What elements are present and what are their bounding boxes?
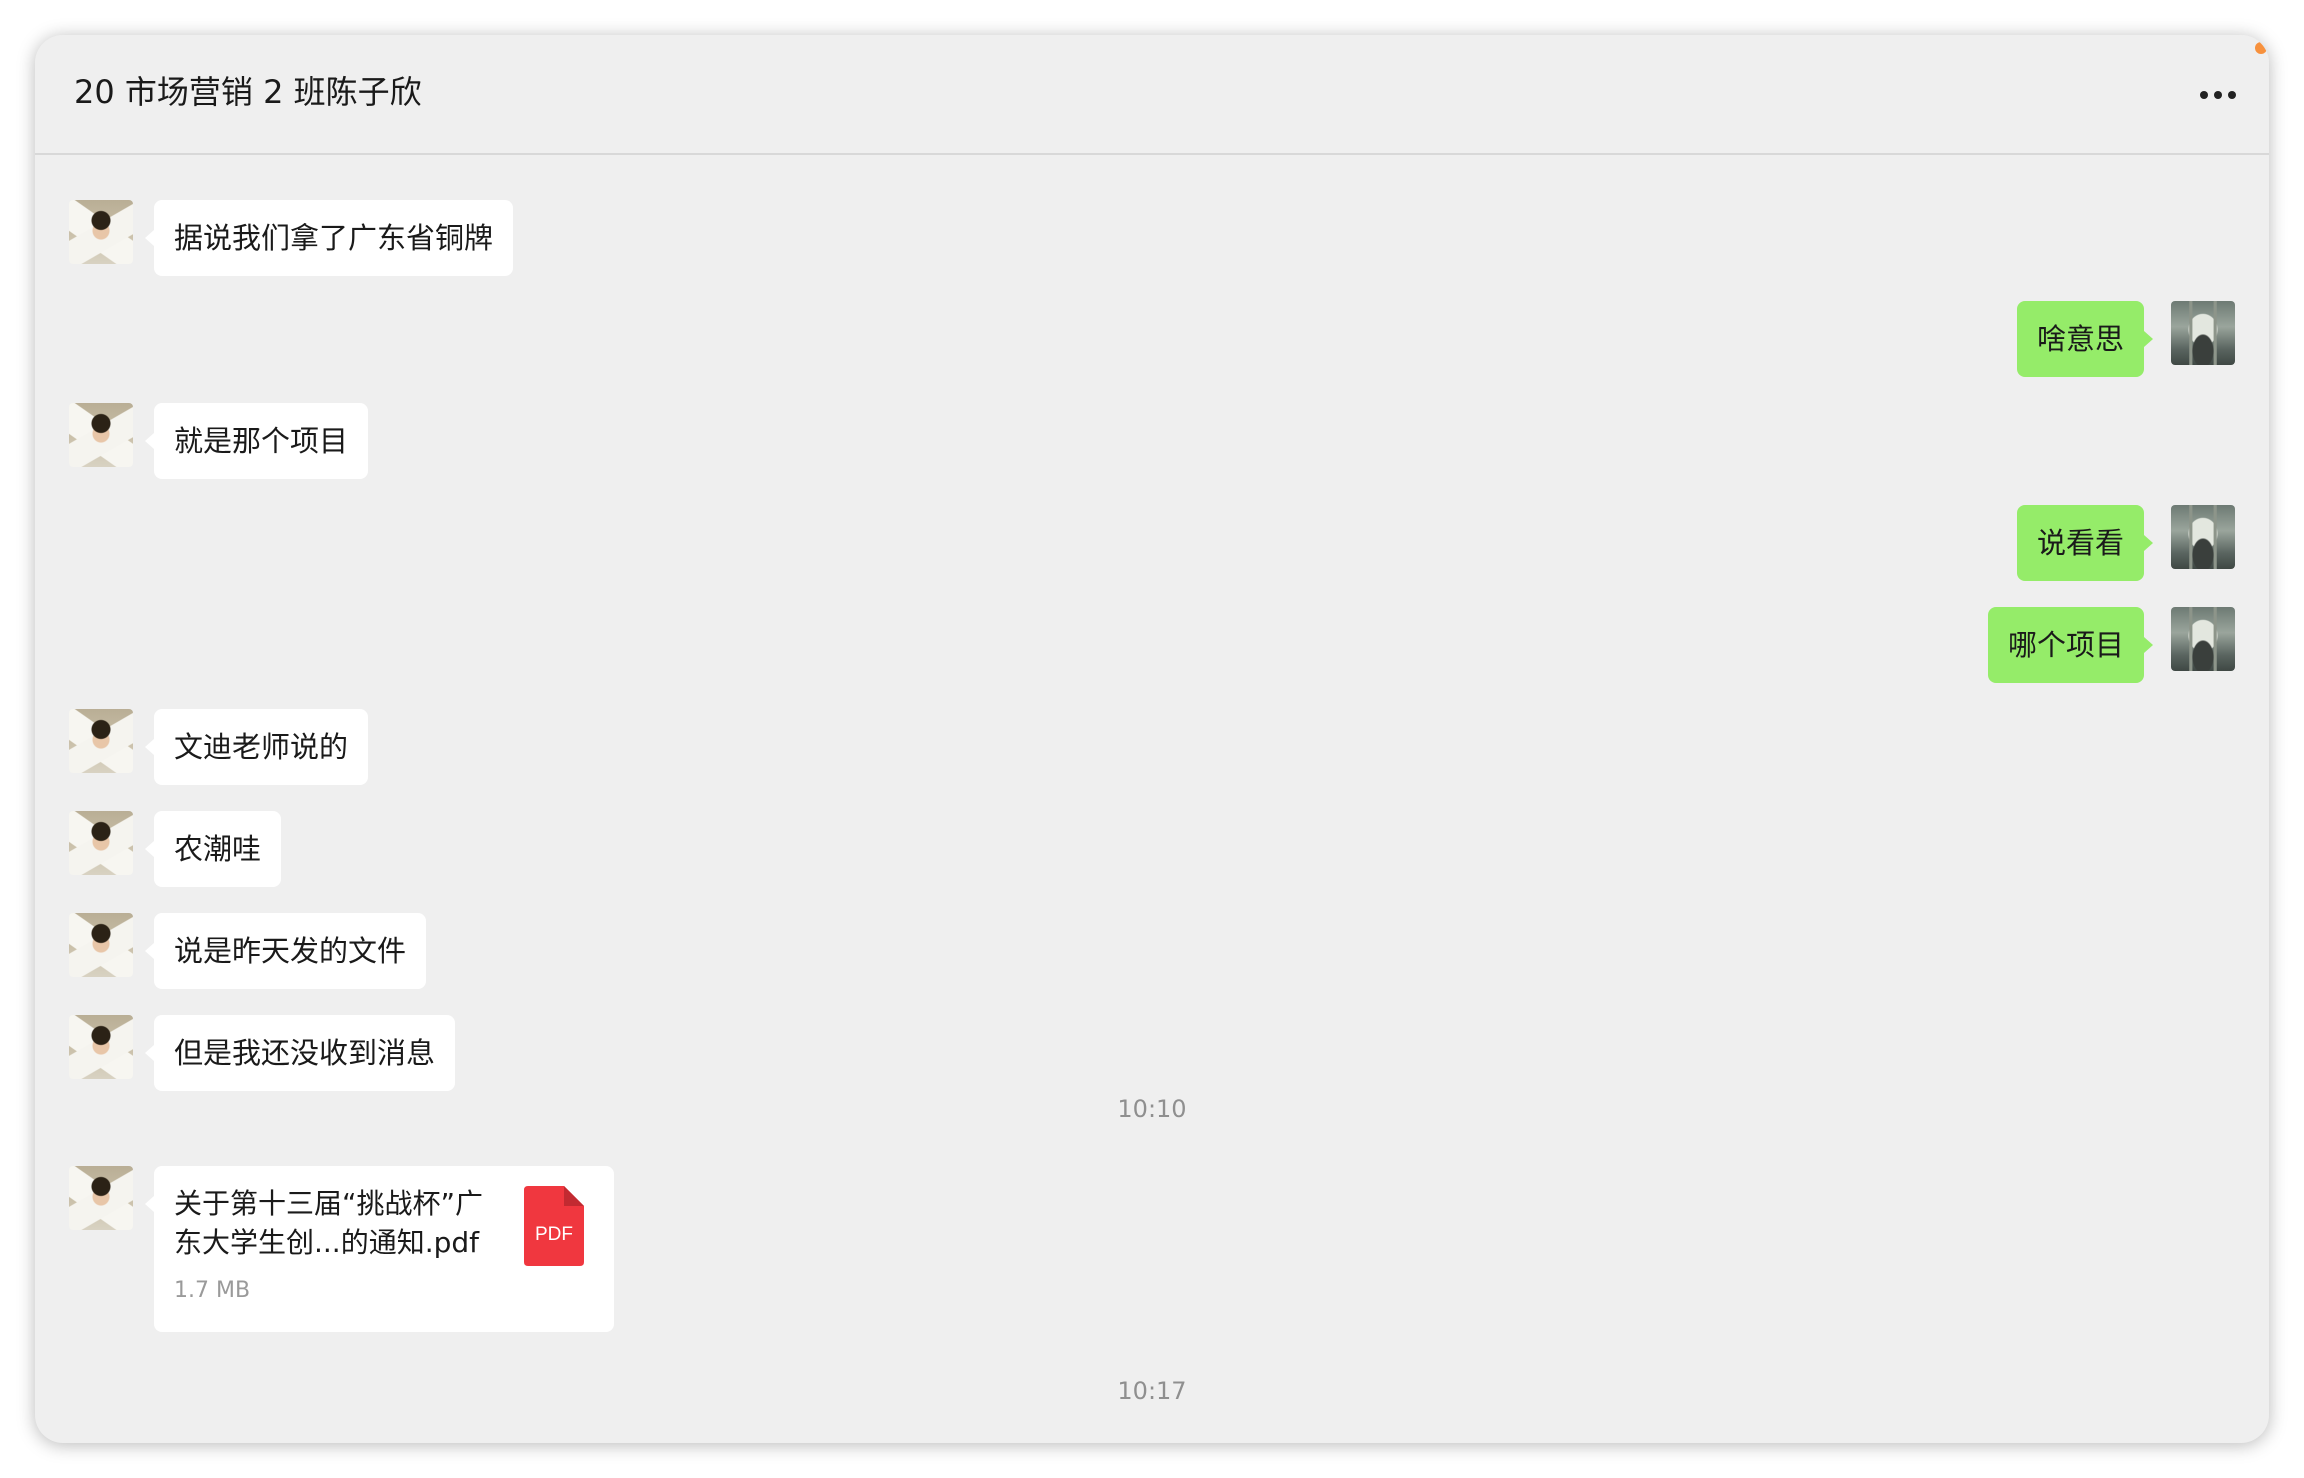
file-size: 1.7 MB <box>174 1278 251 1303</box>
contact-avatar[interactable] <box>69 709 133 773</box>
contact-avatar[interactable] <box>69 403 133 467</box>
message-timestamp: 10:17 <box>1117 1377 1187 1405</box>
contact-avatar[interactable] <box>69 1015 133 1079</box>
pdf-icon-label: PDF <box>535 1224 573 1245</box>
self-avatar[interactable] <box>2171 301 2235 365</box>
contact-avatar[interactable] <box>69 811 133 875</box>
more-dot-icon <box>2214 91 2222 99</box>
message-bubble-outgoing[interactable]: 哪个项目 <box>1987 607 2154 683</box>
message-bubble-incoming[interactable]: 就是那个项目 <box>144 403 369 479</box>
contact-avatar[interactable] <box>69 1166 133 1230</box>
more-options-button[interactable] <box>2191 75 2245 115</box>
chat-header: 20 市场营销 2 班陈子欣 <box>35 35 2269 155</box>
message-bubble-outgoing[interactable]: 啥意思 <box>2016 301 2154 377</box>
pdf-file-icon: PDF <box>524 1186 584 1266</box>
message-list[interactable]: 据说我们拿了广东省铜牌 啥意思 就是那个项目 说看看 哪个项目 文迪老师说的 农… <box>35 155 2269 1443</box>
more-dot-icon <box>2200 91 2208 99</box>
message-bubble-incoming[interactable]: 农潮哇 <box>144 811 282 887</box>
file-name: 关于第十三届“挑战杯”广东大学生创...的通知.pdf <box>174 1187 484 1259</box>
message-bubble-outgoing[interactable]: 说看看 <box>2016 505 2154 581</box>
message-timestamp: 10:10 <box>1117 1095 1187 1123</box>
chat-window: 20 市场营销 2 班陈子欣 据说我们拿了广东省铜牌 啥意思 就是那个项目 说看… <box>35 35 2269 1443</box>
message-bubble-incoming[interactable]: 文迪老师说的 <box>144 709 369 785</box>
self-avatar[interactable] <box>2171 607 2235 671</box>
message-bubble-incoming[interactable]: 但是我还没收到消息 <box>144 1015 456 1091</box>
file-attachment-card[interactable]: 关于第十三届“挑战杯”广东大学生创...的通知.pdf 1.7 MB PDF <box>145 1166 614 1332</box>
more-dot-icon <box>2228 91 2236 99</box>
chat-title: 20 市场营销 2 班陈子欣 <box>74 73 422 111</box>
self-avatar[interactable] <box>2171 505 2235 569</box>
contact-avatar[interactable] <box>69 200 133 264</box>
notification-dot-icon <box>2255 42 2267 54</box>
contact-avatar[interactable] <box>69 913 133 977</box>
message-bubble-incoming[interactable]: 据说我们拿了广东省铜牌 <box>144 200 514 276</box>
message-bubble-incoming[interactable]: 说是昨天发的文件 <box>144 913 427 989</box>
